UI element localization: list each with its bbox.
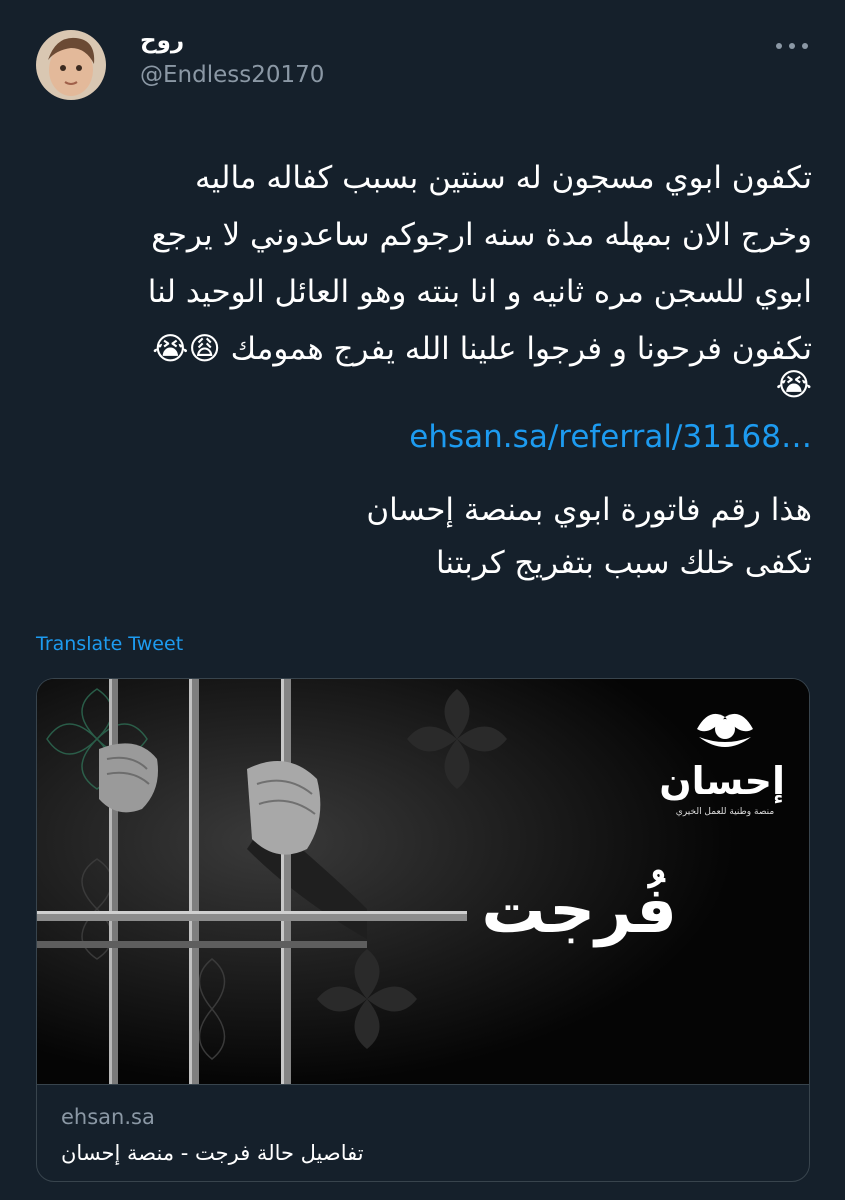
tweet-text-line: ابوي للسجن مره ثانيه و انا بنته وهو العا… bbox=[147, 274, 812, 310]
tweet-text-line: وخرج الان بمهله مدة سنه ارجوكم ساعدوني ل… bbox=[151, 217, 812, 253]
card-footer[interactable]: ehsan.sa تفاصيل حالة فرجت - منصة إحسان bbox=[37, 1084, 809, 1181]
card-logo-tagline: منصة وطنية للعمل الخيري bbox=[675, 807, 775, 817]
more-dot-icon bbox=[789, 43, 795, 49]
tweet-text-line: تكفون ابوي مسجون له سنتين بسبب كفاله مال… bbox=[195, 160, 812, 196]
more-dot-icon bbox=[802, 43, 808, 49]
tweet-link[interactable]: ehsan.sa/referral/31168… bbox=[36, 412, 812, 462]
tweet-text-line: تكفى خلك سبب بتفريج كربتنا bbox=[435, 545, 812, 581]
translate-tweet-link[interactable]: Translate Tweet bbox=[36, 633, 183, 655]
card-image-headline: فُرجت bbox=[481, 874, 677, 948]
tweet-text-line: 😭 bbox=[775, 367, 812, 403]
tweet-text-line: هذا رقم فاتورة ابوي بمنصة إحسان bbox=[366, 492, 812, 528]
author-handle[interactable]: @Endless20170 bbox=[140, 62, 324, 88]
avatar[interactable] bbox=[36, 30, 106, 100]
card-domain: ehsan.sa bbox=[61, 1105, 155, 1129]
card-logo-text: إحسان bbox=[659, 759, 785, 803]
link-preview-card[interactable]: إحسان منصة وطنية للعمل الخيري فُرجت ehsa… bbox=[36, 678, 810, 1182]
author-display-name[interactable]: روح bbox=[140, 28, 184, 54]
card-title: تفاصيل حالة فرجت - منصة إحسان bbox=[61, 1141, 364, 1165]
more-options-button[interactable] bbox=[772, 34, 812, 58]
card-image: إحسان منصة وطنية للعمل الخيري فُرجت bbox=[37, 679, 809, 1084]
more-dot-icon bbox=[776, 43, 782, 49]
